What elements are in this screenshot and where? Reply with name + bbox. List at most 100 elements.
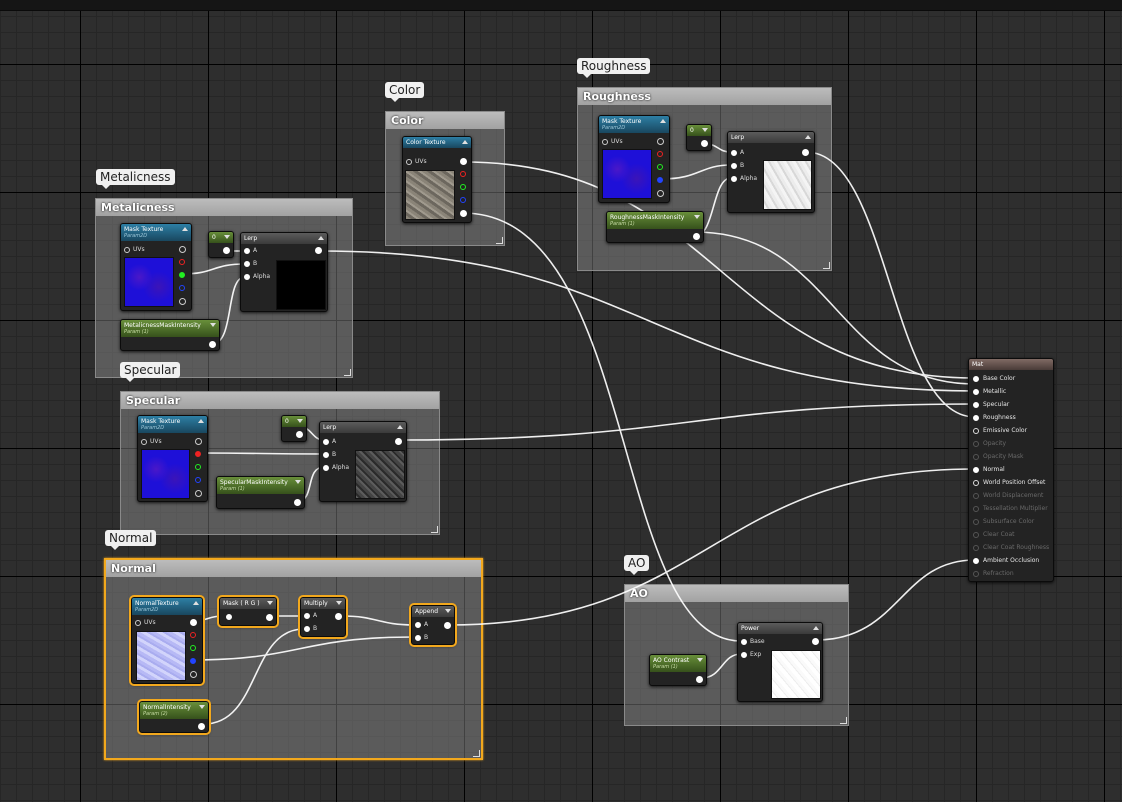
output-pin-a[interactable] xyxy=(460,210,467,217)
material-input-normal[interactable]: Normal xyxy=(973,466,1005,474)
pin-uvs[interactable]: UVs xyxy=(124,246,145,254)
collapse-icon[interactable] xyxy=(694,215,700,219)
output-pin[interactable] xyxy=(209,341,216,348)
output-pin[interactable] xyxy=(696,676,703,683)
output-pin-b[interactable] xyxy=(179,285,185,291)
pin-base[interactable]: Base xyxy=(741,638,765,646)
output-pin-a[interactable] xyxy=(179,298,186,305)
output-pin-g[interactable] xyxy=(657,164,663,170)
output-pin-r[interactable] xyxy=(657,151,663,157)
comment-bubble-ao[interactable]: AO xyxy=(624,555,650,575)
output-pin-rgb[interactable] xyxy=(179,246,186,253)
pin-dot-icon[interactable] xyxy=(973,570,979,577)
output-pin-rgb[interactable] xyxy=(195,438,202,445)
pin-dot-icon[interactable] xyxy=(973,492,979,499)
node-spec-intensity[interactable]: SpecularMaskIntensity Param (1) xyxy=(216,476,305,509)
node-normal-append[interactable]: Append A B xyxy=(409,603,457,647)
output-pin-rgb[interactable] xyxy=(190,619,197,626)
pin-dot-icon[interactable] xyxy=(973,414,979,421)
node-header[interactable]: Mask Texture Param2D xyxy=(138,416,207,433)
node-header[interactable]: 0 xyxy=(209,232,233,243)
pin-dot-icon[interactable] xyxy=(323,451,329,458)
pin-dot-icon[interactable] xyxy=(973,453,979,460)
pin-dot-icon[interactable] xyxy=(741,638,747,645)
pin-dot-icon[interactable] xyxy=(602,138,608,145)
pin-dot-icon[interactable] xyxy=(973,440,979,447)
pin-dot-icon[interactable] xyxy=(973,401,979,408)
collapse-icon[interactable] xyxy=(198,419,204,423)
collapse-icon[interactable] xyxy=(182,227,188,231)
collapse-icon[interactable] xyxy=(336,601,342,605)
material-input-refraction[interactable]: Refraction xyxy=(973,570,1014,578)
collapse-icon[interactable] xyxy=(210,323,216,327)
collapse-icon[interactable] xyxy=(397,425,403,429)
node-spec-constant[interactable]: 0 xyxy=(281,415,307,442)
output-pin[interactable] xyxy=(812,638,819,645)
node-normal-texture[interactable]: NormalTexture Param2D UVs xyxy=(129,595,205,686)
pin-uvs[interactable]: UVs xyxy=(602,138,623,146)
node-color-texture[interactable]: Color Texture UVs xyxy=(402,136,472,223)
output-pin-g[interactable] xyxy=(460,184,466,190)
output-pin-a[interactable] xyxy=(190,671,197,678)
pin-a[interactable]: A xyxy=(731,149,744,157)
node-header[interactable]: Lerp xyxy=(728,132,814,143)
node-header[interactable]: AO Contrast Param (1) xyxy=(650,655,706,672)
pin-alpha[interactable]: Alpha xyxy=(323,464,349,472)
output-pin[interactable] xyxy=(693,233,700,240)
pin-b[interactable]: B xyxy=(415,634,428,642)
pin-dot-icon[interactable] xyxy=(973,518,979,525)
pin-dot-icon[interactable] xyxy=(304,612,310,619)
material-input-base-color[interactable]: Base Color xyxy=(973,375,1015,383)
output-pin-b[interactable] xyxy=(657,177,663,183)
node-header[interactable]: Lerp xyxy=(241,233,327,244)
output-pin-rgb[interactable] xyxy=(460,158,467,165)
comment-title-metalicness[interactable]: Metalicness xyxy=(96,199,352,216)
output-pin-g[interactable] xyxy=(179,272,185,278)
collapse-icon[interactable] xyxy=(813,626,819,630)
comment-title-normal[interactable]: Normal xyxy=(106,560,481,577)
material-input-world-position-offset[interactable]: World Position Offset xyxy=(973,479,1045,487)
node-spec-mask-texture[interactable]: Mask Texture Param2D UVs xyxy=(137,415,208,502)
pin-dot-icon[interactable] xyxy=(244,273,250,280)
pin-dot-icon[interactable] xyxy=(141,438,147,445)
pin-dot-icon[interactable] xyxy=(973,466,979,473)
pin-dot-icon[interactable] xyxy=(135,619,141,626)
pin-dot-icon[interactable] xyxy=(124,246,130,253)
material-input-specular[interactable]: Specular xyxy=(973,401,1009,409)
node-header[interactable]: 0 xyxy=(282,416,306,427)
node-header[interactable]: Lerp xyxy=(320,422,406,433)
node-header[interactable]: Multiply xyxy=(301,598,345,609)
input-pin[interactable] xyxy=(226,614,232,620)
comment-title-color[interactable]: Color xyxy=(386,112,504,129)
pin-uvs[interactable]: UVs xyxy=(406,158,427,166)
material-input-opacity-mask[interactable]: Opacity Mask xyxy=(973,453,1023,461)
resize-grip[interactable] xyxy=(344,369,351,376)
collapse-icon[interactable] xyxy=(224,235,230,239)
output-pin-rgb[interactable] xyxy=(657,138,664,145)
pin-b[interactable]: B xyxy=(731,162,744,170)
material-input-roughness[interactable]: Roughness xyxy=(973,414,1016,422)
pin-a[interactable]: A xyxy=(304,612,317,620)
output-pin[interactable] xyxy=(315,247,322,254)
pin-alpha[interactable]: Alpha xyxy=(244,273,270,281)
pin-exp[interactable]: Exp xyxy=(741,651,761,659)
collapse-icon[interactable] xyxy=(267,601,273,605)
pin-dot-icon[interactable] xyxy=(741,651,747,658)
comment-title-roughness[interactable]: Roughness xyxy=(578,88,831,105)
collapse-icon[interactable] xyxy=(297,419,303,423)
comment-bubble-roughness[interactable]: Roughness xyxy=(577,58,651,78)
output-pin[interactable] xyxy=(802,149,809,156)
node-rough-lerp[interactable]: Lerp A B Alpha xyxy=(727,131,815,213)
pin-dot-icon[interactable] xyxy=(973,375,979,382)
node-normal-intensity[interactable]: NormalIntensity Param (2) xyxy=(137,699,211,735)
pin-b[interactable]: B xyxy=(244,260,257,268)
collapse-icon[interactable] xyxy=(805,135,811,139)
node-metal-intensity[interactable]: MetalicnessMaskIntensity Param (1) xyxy=(120,319,220,351)
collapse-icon[interactable] xyxy=(702,128,708,132)
node-rough-mask-texture[interactable]: Mask Texture Param2D UVs xyxy=(598,115,670,203)
pin-dot-icon[interactable] xyxy=(973,557,979,564)
pin-dot-icon[interactable] xyxy=(244,247,250,254)
material-input-opacity[interactable]: Opacity xyxy=(973,440,1006,448)
comment-title-ao[interactable]: AO xyxy=(625,585,848,602)
node-ao-contrast[interactable]: AO Contrast Param (1) xyxy=(649,654,707,686)
